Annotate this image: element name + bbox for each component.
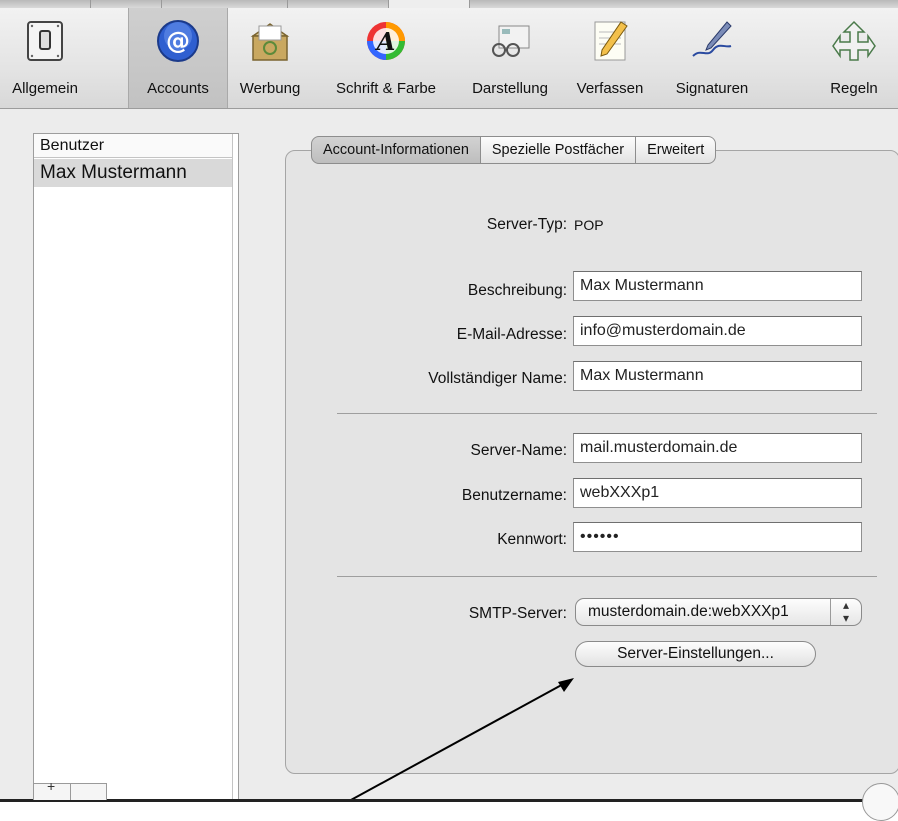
window-bottom-edge xyxy=(0,799,898,818)
button-divider xyxy=(70,784,71,800)
annotation-arrow xyxy=(317,678,574,818)
add-account-icon[interactable]: + xyxy=(47,778,55,794)
bottom-border-line xyxy=(0,799,898,802)
add-remove-account-buttons[interactable]: + xyxy=(33,778,107,800)
help-button[interactable] xyxy=(862,783,898,821)
